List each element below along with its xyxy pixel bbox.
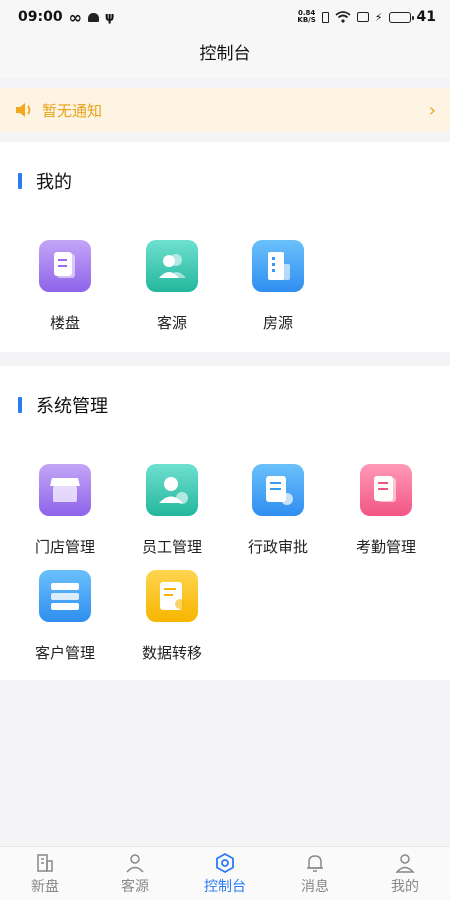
building-doc-icon [39, 240, 91, 292]
net-speed-unit: KB/S [297, 16, 316, 24]
tab-keyuan[interactable]: 客源 [90, 847, 180, 900]
notice-bar[interactable]: 暂无通知 › [0, 88, 450, 132]
tab-console[interactable]: 控制台 [180, 847, 270, 900]
tile-store-management[interactable]: 门店管理 [13, 464, 117, 557]
tab-mine[interactable]: 我的 [360, 847, 450, 900]
notice-text: 暂无通知 [42, 101, 103, 120]
tile-data-transfer[interactable]: 数据转移 [120, 570, 224, 663]
page-title: 控制台 [0, 34, 450, 78]
tile-attendance-management[interactable]: 考勤管理 [334, 464, 438, 557]
approval-icon [252, 464, 304, 516]
status-bar: 09:00 ∞ ψ 0.84 KB/S ⚡ 41 [0, 0, 450, 34]
store-icon [39, 464, 91, 516]
tile-label: 房源 [262, 314, 293, 332]
tab-new-building[interactable]: 新盘 [0, 847, 90, 900]
tile-label: 数据转移 [141, 644, 202, 662]
section-accent-bar [18, 397, 22, 413]
tile-fangyuan[interactable]: 房源 [226, 240, 330, 333]
tile-label: 员工管理 [141, 538, 202, 556]
tile-label: 楼盘 [49, 314, 80, 332]
usb-icon: ψ [104, 10, 115, 24]
tile-label: 行政审批 [247, 538, 308, 556]
status-time: 09:00 [18, 9, 63, 25]
tile-label: 门店管理 [34, 538, 95, 556]
tab-label: 新盘 [31, 878, 59, 895]
tab-messages[interactable]: 消息 [270, 847, 360, 900]
section-accent-bar [18, 173, 22, 189]
hexagon-console-icon [216, 852, 234, 873]
infinity-icon: ∞ [68, 7, 82, 27]
tab-label: 消息 [301, 878, 329, 895]
battery-level: 41 [416, 9, 436, 25]
tab-label: 我的 [391, 878, 419, 895]
new-building-icon [37, 853, 53, 872]
tile-label: 客户管理 [34, 644, 95, 662]
charging-icon: ⚡ [374, 10, 383, 24]
android-icon [87, 12, 99, 22]
tile-customer-management[interactable]: 客户管理 [13, 570, 117, 663]
tab-label: 控制台 [204, 878, 246, 895]
contacts-icon [146, 240, 198, 292]
bottom-tab-bar: 新盘 客源 控制台 消息 我的 [0, 846, 450, 900]
employee-icon [146, 464, 198, 516]
mine-section-title: 我的 [18, 168, 72, 194]
tile-employee-management[interactable]: 员工管理 [120, 464, 224, 557]
mine-section: 我的 楼盘 客源 房源 [0, 142, 450, 352]
speaker-icon [16, 103, 31, 117]
attendance-icon [360, 464, 412, 516]
net-speed: 0.84 KB/S [297, 10, 315, 24]
office-building-icon [252, 240, 304, 292]
profile-icon [395, 853, 415, 873]
system-section: 系统管理 门店管理 员工管理 行政审批 考勤管理 客户管理 数据转移 [0, 366, 450, 680]
tile-keyuan[interactable]: 客源 [120, 240, 224, 333]
tile-label: 客源 [156, 314, 187, 332]
system-section-title: 系统管理 [18, 392, 108, 418]
person-icon [126, 853, 144, 873]
customer-list-icon [39, 570, 91, 622]
tile-admin-approval[interactable]: 行政审批 [226, 464, 330, 557]
mine-title-text: 我的 [36, 172, 72, 193]
screen-icon [356, 12, 369, 22]
wifi-icon [335, 11, 351, 23]
tile-label: 考勤管理 [355, 538, 416, 556]
system-title-text: 系统管理 [36, 396, 108, 417]
tab-label: 客源 [121, 878, 149, 895]
tile-loupan[interactable]: 楼盘 [13, 240, 117, 333]
vibrate-icon [321, 11, 329, 23]
data-transfer-icon [146, 570, 198, 622]
chevron-right-icon: › [428, 99, 436, 121]
bell-icon [307, 854, 323, 872]
battery-icon [388, 11, 414, 23]
